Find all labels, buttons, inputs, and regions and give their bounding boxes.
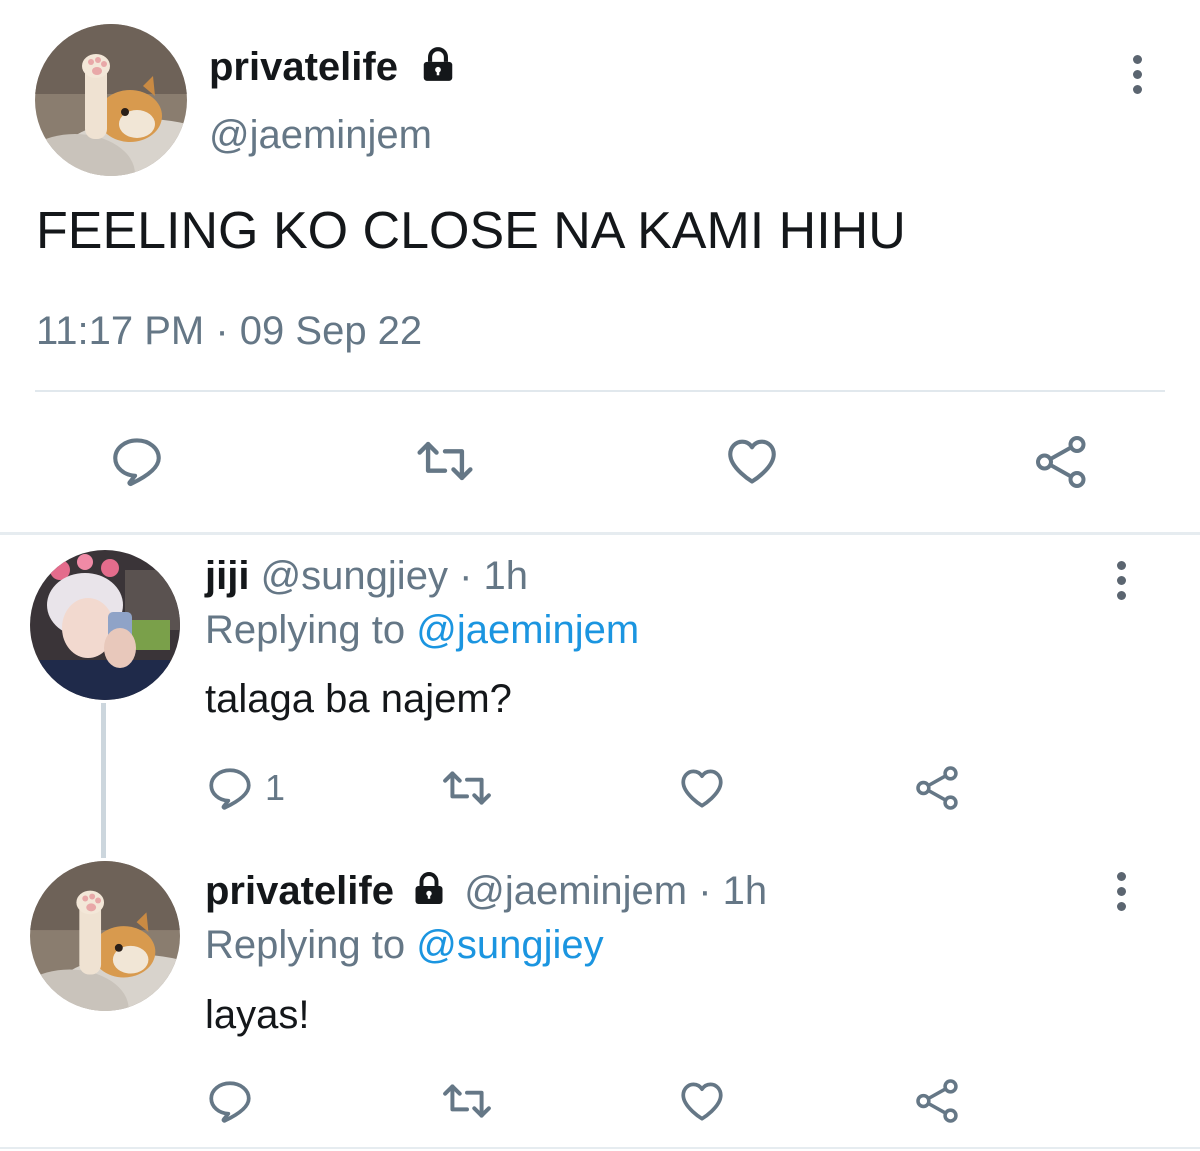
more-options-icon[interactable] <box>1111 872 1131 911</box>
replying-label: Replying to <box>205 608 406 652</box>
handle[interactable]: @jaeminjem <box>464 869 687 913</box>
retweet-button[interactable] <box>412 432 478 490</box>
reply-button[interactable] <box>108 432 166 490</box>
replying-to: Replying to @jaeminjem <box>205 607 639 653</box>
replying-mention[interactable]: @sungjiey <box>416 923 603 967</box>
reply-text: talaga ba najem? <box>205 677 512 721</box>
like-button[interactable] <box>723 432 781 490</box>
share-button[interactable] <box>1032 432 1092 492</box>
divider <box>35 390 1165 392</box>
lock-icon <box>415 872 443 905</box>
reply-button[interactable]: 1 <box>205 763 285 813</box>
like-button[interactable] <box>677 763 727 813</box>
heart-icon <box>728 439 776 484</box>
timestamp[interactable]: 11:17 PM · 09 Sep 22 <box>36 308 422 354</box>
display-name[interactable]: privatelife <box>205 869 394 913</box>
reply-icon <box>113 438 161 486</box>
share-button[interactable] <box>913 763 963 813</box>
avatar[interactable] <box>30 550 180 700</box>
share-icon <box>916 1079 958 1123</box>
reply-time: · 1h <box>459 554 529 598</box>
reply-time: · 1h <box>698 869 768 913</box>
heart-icon <box>681 1082 723 1121</box>
share-icon <box>1036 436 1086 488</box>
section-divider <box>0 532 1200 535</box>
retweet-button[interactable] <box>438 1076 496 1126</box>
retweet-icon <box>443 1084 491 1118</box>
retweet-icon <box>417 441 473 481</box>
like-button[interactable] <box>677 1076 727 1126</box>
reply-header: jiji @sungjiey · 1h <box>205 553 528 599</box>
thread-line <box>101 703 106 858</box>
reply-count: 1 <box>265 767 286 808</box>
replying-to: Replying to @sungjiey <box>205 922 604 968</box>
reply-header: privatelife @jaeminjem · 1h <box>205 868 767 914</box>
avatar[interactable] <box>35 24 187 176</box>
tweet-text: FEELING KO CLOSE NA KAMI HIHU <box>36 202 906 260</box>
avatar[interactable] <box>30 861 180 1011</box>
bottom-divider <box>0 1147 1200 1149</box>
more-options-icon[interactable] <box>1111 561 1131 600</box>
reply-button[interactable] <box>205 1076 255 1126</box>
replying-mention[interactable]: @jaeminjem <box>416 608 639 652</box>
replying-label: Replying to <box>205 923 406 967</box>
main-tweet: privatelife @jaeminjem FEELING KO CLOSE … <box>0 0 1200 530</box>
display-name[interactable]: privatelife <box>209 44 457 90</box>
share-icon <box>916 766 958 810</box>
retweet-button[interactable] <box>438 763 496 813</box>
reply-icon <box>209 768 251 810</box>
lock-icon <box>423 47 453 82</box>
reply-text: layas! <box>205 993 310 1037</box>
handle[interactable]: @sungjiey <box>261 554 448 598</box>
share-button[interactable] <box>913 1076 963 1126</box>
retweet-icon <box>443 771 491 805</box>
handle[interactable]: @jaeminjem <box>209 112 432 158</box>
display-name-text: privatelife <box>209 45 398 89</box>
heart-icon <box>681 769 723 808</box>
display-name[interactable]: jiji <box>205 554 249 598</box>
reply-icon <box>209 1081 251 1123</box>
more-options-icon[interactable] <box>1127 55 1147 94</box>
